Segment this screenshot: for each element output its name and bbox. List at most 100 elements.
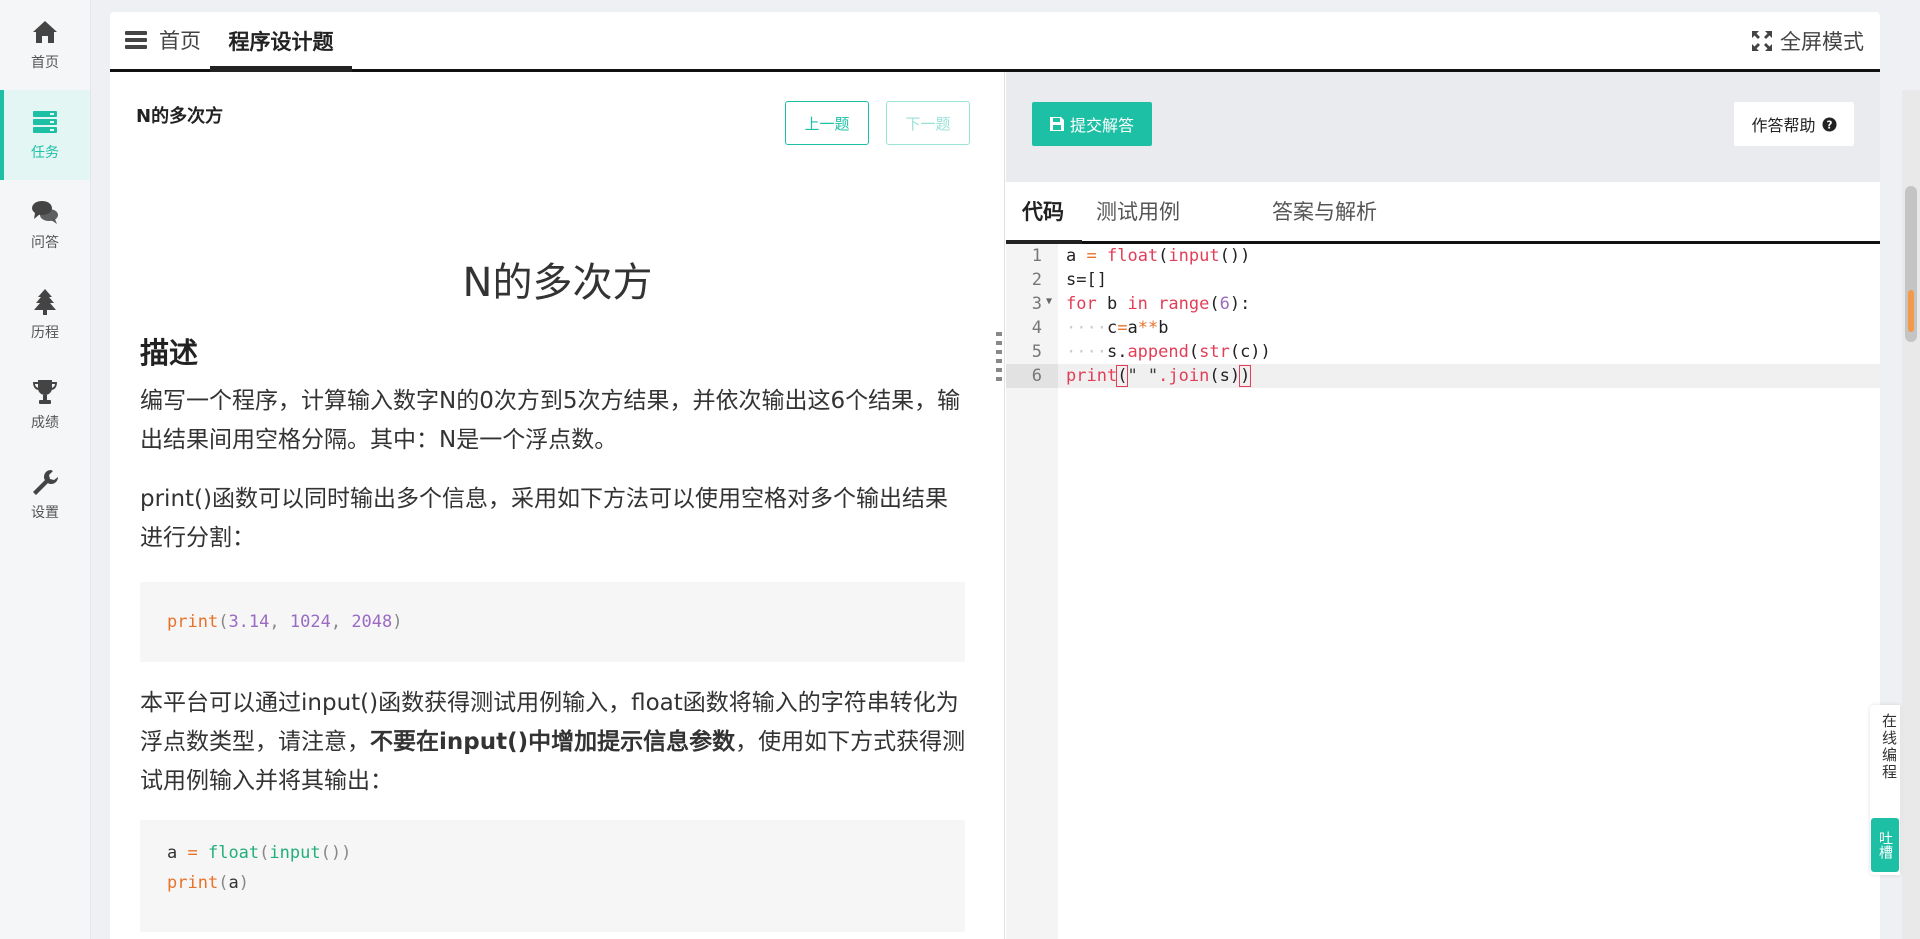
next-problem-button[interactable]: 下一题 — [886, 101, 970, 145]
fold-toggle-icon[interactable]: ▼ — [1046, 296, 1052, 307]
svg-text:?: ? — [1826, 119, 1832, 131]
code-token: 1024 — [289, 612, 331, 632]
code-token: ) — [392, 612, 403, 632]
sidebar-item-label: 设置 — [31, 505, 59, 521]
code-token: range — [1158, 294, 1210, 314]
feedback-button[interactable]: 吐槽 — [1871, 818, 1899, 872]
code-token: float — [1106, 246, 1159, 266]
tab-home-label: 首页 — [159, 29, 201, 53]
wrench-icon — [33, 470, 58, 495]
code-token: ( — [218, 612, 229, 632]
page-scrollbar[interactable] — [1902, 90, 1920, 939]
sidebar-item-tasks[interactable]: 任务 — [0, 90, 90, 180]
feedback-text: 在线编程 — [1880, 713, 1898, 781]
sidebar-item-qa[interactable]: 问答 — [0, 180, 90, 270]
code-token: in — [1127, 294, 1148, 314]
sidebar-item-label: 成绩 — [31, 415, 59, 431]
code-token: a — [228, 873, 239, 893]
line-number: 3 — [1031, 294, 1042, 314]
code-token: " " — [1127, 366, 1159, 386]
line-number: 5 — [1031, 342, 1042, 362]
code-token: c — [1106, 318, 1118, 338]
code-token: 6 — [1219, 294, 1230, 314]
answer-help-button[interactable]: 作答帮助 ? — [1734, 102, 1854, 146]
tasks-icon — [33, 111, 57, 133]
paragraph-bold-text: 不要在input()中增加提示信息参数 — [370, 729, 736, 755]
prev-problem-button[interactable]: 上一题 — [785, 101, 869, 145]
description-paragraph-2: print()函数可以同时输出多个信息，采用如下方法可以使用空格对多个输出结果进… — [140, 486, 948, 551]
code-line-5: ····s.append(str(c)) — [1066, 340, 1271, 364]
code-token: (s) — [1209, 366, 1241, 386]
code-token: print — [167, 612, 219, 632]
code-token: for — [1066, 294, 1097, 314]
description-paragraph-1: 编写一个程序，计算输入数字N的0次方到5次方结果，并依次输出这6个结果，输出结果… — [140, 388, 961, 453]
code-token: float — [207, 843, 260, 863]
code-token: ()) — [1219, 246, 1251, 266]
line-number: 1 — [1031, 246, 1042, 266]
home-icon — [33, 21, 57, 43]
tab-code[interactable]: 代码 — [1006, 196, 1082, 244]
line-number: 2 — [1031, 270, 1042, 290]
code-token: print — [167, 873, 219, 893]
code-token: 2048 — [351, 612, 393, 632]
code-token: ) — [238, 873, 249, 893]
line-number: 6 — [1031, 366, 1042, 386]
tree-icon — [34, 289, 56, 315]
example-code-input: a = float(input()) print(a) — [140, 820, 965, 932]
main-card: 首页 程序设计题 全屏模式 N的多次方 上一题 下一题 N的多次方 描述 编写一… — [110, 12, 1880, 939]
line-number: 4 — [1031, 318, 1042, 338]
fullscreen-button[interactable]: 全屏模式 — [1752, 26, 1864, 56]
problem-header: N的多次方 — [136, 106, 224, 127]
tab-answer-analysis[interactable]: 答案与解析 — [1272, 196, 1377, 226]
code-token: , — [269, 612, 290, 632]
code-token: ( — [1116, 365, 1129, 387]
code-token: = — [1117, 318, 1128, 338]
code-token: (c)) — [1229, 342, 1271, 362]
tab-programming-task[interactable]: 程序设计题 — [210, 12, 352, 72]
problem-pane: N的多次方 上一题 下一题 N的多次方 描述 编写一个程序，计算输入数字N的0次… — [110, 72, 1005, 939]
code-line-1: a = float(input()) — [1066, 244, 1250, 268]
code-token: , — [330, 612, 352, 632]
sidebar-item-home[interactable]: 首页 — [0, 0, 90, 90]
sidebar-item-scores[interactable]: 成绩 — [0, 360, 90, 450]
pane-splitter-handle[interactable] — [996, 332, 1002, 382]
code-token: ( — [218, 873, 229, 893]
scrollbar-position-marker — [1908, 290, 1914, 332]
editor-tabs: 代码 测试用例 答案与解析 — [1006, 182, 1880, 244]
sidebar-item-label: 任务 — [31, 145, 59, 161]
code-token: = — [177, 843, 208, 863]
code-token: .join — [1158, 366, 1210, 386]
code-token: b — [1096, 294, 1128, 314]
comments-icon — [32, 201, 58, 224]
code-token: ( — [1209, 294, 1220, 314]
code-token: a — [167, 843, 178, 863]
description-paragraph-3: 本平台可以通过input()函数获得测试用例输入，float函数将输入的字符串转… — [140, 684, 970, 801]
code-line-4: ····c=a**b — [1066, 316, 1168, 340]
editor-gutter: 1 2 3 ▼ 4 5 6 — [1006, 244, 1058, 939]
code-editor[interactable]: a = float(input()) s=[] for b in range(6… — [1058, 244, 1880, 939]
code-token: = — [1086, 246, 1097, 266]
tab-test-cases[interactable]: 测试用例 — [1096, 196, 1180, 226]
submit-answer-button[interactable]: 提交解答 — [1032, 102, 1152, 146]
code-token: ): — [1229, 294, 1251, 314]
code-line: print(a) — [167, 868, 965, 898]
code-line-2: s=[] — [1066, 270, 1107, 290]
sidebar-item-settings[interactable]: 设置 — [0, 450, 90, 540]
expand-icon — [1752, 31, 1772, 51]
top-tabbar: 首页 程序设计题 全屏模式 — [110, 12, 1880, 72]
code-token: ** — [1137, 318, 1159, 338]
code-token: ) — [1239, 365, 1252, 387]
code-token: ( — [259, 843, 270, 863]
sidebar: 首页 任务 问答 历程 成绩 设置 — [0, 0, 91, 939]
code-token: str — [1199, 342, 1230, 362]
code-token: ···· — [1066, 318, 1107, 338]
code-token: b — [1158, 318, 1169, 338]
trophy-icon — [33, 380, 57, 404]
sidebar-item-history[interactable]: 历程 — [0, 270, 90, 360]
submit-answer-label: 提交解答 — [1069, 116, 1134, 135]
code-line: a = float(input()) — [167, 838, 965, 868]
code-token: print — [1066, 366, 1118, 386]
save-icon — [1049, 117, 1064, 131]
tab-home[interactable]: 首页 — [125, 25, 201, 55]
